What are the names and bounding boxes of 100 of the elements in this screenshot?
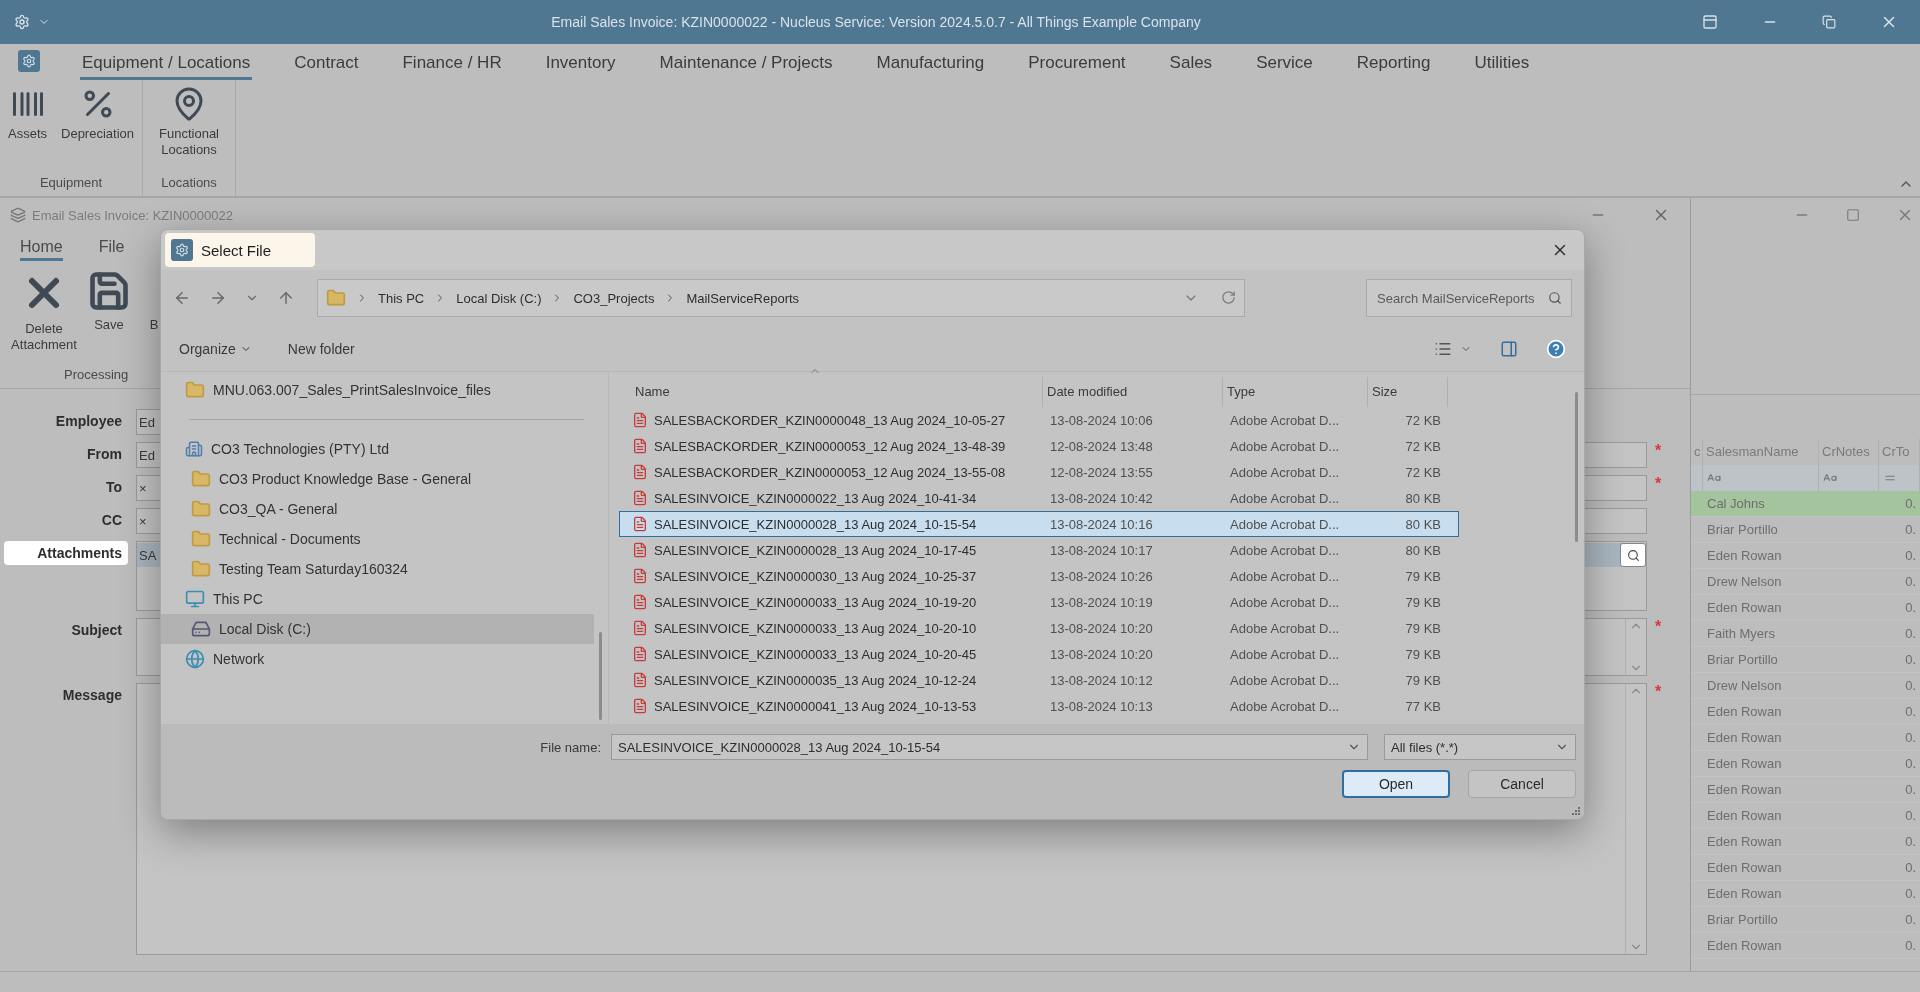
tree-item-label: CO3 Technologies (PTY) Ltd (211, 441, 389, 457)
table-cell-text: Eden Rowan (1706, 834, 1783, 849)
file-type: Adobe Acrobat D... (1229, 594, 1341, 610)
table-cell-text: 0. (1904, 574, 1917, 589)
field-label: Subject (70, 621, 123, 640)
table-cell-text: Eden Rowan (1706, 600, 1783, 615)
table-cell-text: 0. (1904, 886, 1917, 901)
group-label: Processing (63, 367, 129, 384)
file-name: SALESINVOICE_KZIN0000028_13 Aug 2024_10-15-54 (654, 516, 977, 532)
required-mark: * (1655, 442, 1662, 459)
table-cell-text: Eden Rowan (1706, 704, 1783, 719)
table-cell-text: 0. (1904, 704, 1917, 719)
file-type: Adobe Acrobat D... (1229, 412, 1341, 428)
window-title: Email Sales Invoice: KZIN0000022 (32, 207, 234, 223)
field-label: File name: (540, 739, 601, 755)
field-label: Employee (54, 412, 123, 431)
field-label: Message (61, 686, 123, 705)
table-cell-text: 0. (1904, 600, 1917, 615)
table-cell-text: 0. (1904, 912, 1917, 927)
file-type: Adobe Acrobat D... (1229, 568, 1341, 584)
file-size: 79 KB (1404, 568, 1442, 584)
file-name: SALESINVOICE_KZIN0000033_13 Aug 2024_10-20-45 (654, 646, 977, 662)
file-type: Adobe Acrobat D... (1229, 672, 1341, 688)
table-cell-text: 0. (1904, 678, 1917, 693)
table-cell-text: 0. (1904, 782, 1917, 797)
table-cell-text: 0. (1904, 496, 1917, 511)
tree-item-label: CO3_QA - General (219, 501, 338, 517)
table-cell-text: 0. (1904, 626, 1917, 641)
file-size: 79 KB (1404, 620, 1442, 636)
tree-item-label: Local Disk (C:) (219, 621, 311, 637)
file-name: SALESINVOICE_KZIN0000022_13 Aug 2024_10-41-34 (654, 490, 977, 506)
file-size: 80 KB (1404, 542, 1442, 558)
table-cell-text: Cal Johns (1706, 496, 1766, 511)
required-mark: * (1655, 618, 1662, 635)
table-cell-text: 0. (1904, 730, 1917, 745)
tree-item-label: Testing Team Saturday160324 (219, 561, 408, 577)
group-label: Locations (161, 175, 217, 192)
tree-item-label: MNU.063.007_Sales_PrintSalesInvoice_files (213, 382, 491, 398)
file-size: 77 KB (1404, 698, 1442, 714)
table-cell-text: Briar Portillo (1706, 522, 1779, 537)
table-cell-text: Drew Nelson (1706, 678, 1783, 693)
table-cell-text: Eden Rowan (1706, 808, 1783, 823)
table-cell-text: Eden Rowan (1706, 548, 1783, 563)
table-cell-text: 0. (1904, 834, 1917, 849)
table-cell-text: 0. (1904, 652, 1917, 667)
table-cell-text: Eden Rowan (1706, 756, 1783, 771)
file-date: 12-08-2024 13:55 (1049, 464, 1154, 480)
file-size: 79 KB (1404, 672, 1442, 688)
file-date: 13-08-2024 10:26 (1049, 568, 1154, 584)
table-cell-text: 0. (1904, 548, 1917, 563)
table-cell-text: Eden Rowan (1706, 782, 1783, 797)
dialog-title: Select File (165, 233, 316, 267)
file-date: 13-08-2024 10:19 (1049, 594, 1154, 610)
field-label: Attachments (4, 541, 128, 565)
file-name: SALESINVOICE_KZIN0000033_13 Aug 2024_10-20-10 (654, 620, 977, 636)
file-type: Adobe Acrobat D... (1229, 698, 1341, 714)
tree-item-label: This PC (213, 591, 263, 607)
file-type: Adobe Acrobat D... (1229, 438, 1341, 454)
file-size: 72 KB (1404, 412, 1442, 428)
tree-item-label: CO3 Product Knowledge Base - General (219, 471, 472, 487)
required-mark: * (1655, 475, 1662, 492)
tree-item-label: Network (213, 651, 265, 667)
file-name: SALESBACKORDER_KZIN0000048_13 Aug 2024_10-05-27 (654, 412, 1006, 428)
required-mark: * (1655, 683, 1662, 700)
table-cell-text: Eden Rowan (1706, 860, 1783, 875)
file-type: Adobe Acrobat D... (1229, 542, 1341, 558)
table-cell-text: 0. (1904, 756, 1917, 771)
table-cell-text: 0. (1904, 522, 1917, 537)
file-name: SALESBACKORDER_KZIN0000053_12 Aug 2024_13-48-39 (654, 438, 1006, 454)
tree-item-label: Technical - Documents (219, 531, 361, 547)
table-cell-text: 0. (1904, 938, 1917, 953)
file-date: 12-08-2024 13:48 (1049, 438, 1154, 454)
field-label: From (86, 445, 123, 464)
file-type: Adobe Acrobat D... (1229, 464, 1341, 480)
file-size: 80 KB (1404, 490, 1442, 506)
file-name: SALESINVOICE_KZIN0000030_13 Aug 2024_10-25-37 (654, 568, 977, 584)
file-date: 13-08-2024 10:17 (1049, 542, 1154, 558)
table-cell-text: 0. (1904, 808, 1917, 823)
file-date: 13-08-2024 10:16 (1049, 516, 1154, 532)
table-cell-text: Eden Rowan (1706, 730, 1783, 745)
table-cell-text: Eden Rowan (1706, 938, 1783, 953)
table-cell-text: Briar Portillo (1706, 652, 1779, 667)
file-name: SALESINVOICE_KZIN0000028_13 Aug 2024_10-17-45 (654, 542, 977, 558)
file-name: SALESINVOICE_KZIN0000033_13 Aug 2024_10-19-20 (654, 594, 977, 610)
file-type: Adobe Acrobat D... (1229, 516, 1341, 532)
file-size: 79 KB (1404, 594, 1442, 610)
file-size: 79 KB (1404, 646, 1442, 662)
file-name: SALESINVOICE_KZIN0000035_13 Aug 2024_10-12-24 (654, 672, 977, 688)
field-label: To (104, 478, 123, 497)
file-name: SALESBACKORDER_KZIN0000053_12 Aug 2024_13-55-08 (654, 464, 1006, 480)
table-cell-text: Drew Nelson (1706, 574, 1783, 589)
table-cell-text: Faith Myers (1706, 626, 1776, 641)
file-date: 13-08-2024 10:06 (1049, 412, 1154, 428)
file-date: 13-08-2024 10:42 (1049, 490, 1154, 506)
window-title: Email Sales Invoice: KZIN0000022 - Nucleus Service: Version 2024.5.0.7 - All Things Example Company (550, 14, 1202, 30)
file-date: 13-08-2024 10:12 (1049, 672, 1154, 688)
file-date: 13-08-2024 10:20 (1049, 646, 1154, 662)
file-size: 72 KB (1404, 438, 1442, 454)
file-name: SALESINVOICE_KZIN0000041_13 Aug 2024_10-13-53 (654, 698, 977, 714)
file-type: Adobe Acrobat D... (1229, 620, 1341, 636)
